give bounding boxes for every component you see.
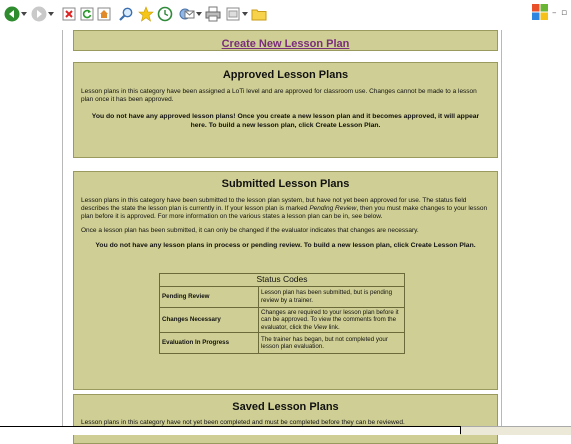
- page-border-left: [62, 30, 63, 434]
- dropdown-arrow-icon[interactable]: [21, 6, 27, 22]
- submitted-description: Lesson plans in this category have been …: [81, 197, 488, 220]
- status-bar: [0, 426, 571, 435]
- status-codes-header: Status Codes: [159, 273, 405, 287]
- status-name: Pending Review: [159, 285, 259, 308]
- refresh-icon[interactable]: [80, 6, 94, 22]
- create-lesson-plan-link[interactable]: Create New Lesson Plan: [222, 38, 350, 50]
- search-icon[interactable]: [118, 6, 134, 22]
- dropdown-arrow-icon[interactable]: [48, 6, 54, 22]
- restore-icon[interactable]: ▫: [561, 8, 567, 18]
- status-name: Changes Necessary: [159, 306, 259, 333]
- history-icon[interactable]: [157, 6, 173, 22]
- table-row: Evaluation In Progress The trainer has b…: [159, 332, 405, 354]
- approved-empty-message: You do not have any approved lesson plan…: [91, 113, 480, 129]
- edit-icon[interactable]: [226, 6, 240, 22]
- print-icon[interactable]: [205, 6, 221, 22]
- submitted-empty-message: You do not have any lesson plans in proc…: [95, 242, 476, 249]
- mail-icon[interactable]: [179, 6, 195, 22]
- approved-panel: Approved Lesson Plans Lesson plans in th…: [73, 62, 498, 158]
- saved-panel: Saved Lesson Plans Lesson plans in this …: [73, 394, 498, 444]
- status-codes-table: Status Codes Pending Review Lesson plan …: [159, 273, 405, 354]
- status-name: Evaluation In Progress: [159, 332, 259, 354]
- submitted-title: Submitted Lesson Plans: [221, 178, 350, 190]
- table-row: Pending Review Lesson plan has been subm…: [159, 285, 405, 308]
- forward-icon[interactable]: [31, 6, 47, 22]
- submitted-note: Once a lesson plan has been submitted, i…: [81, 227, 419, 234]
- dropdown-arrow-icon[interactable]: [196, 6, 202, 22]
- table-row: Changes Necessary Changes are required t…: [159, 306, 405, 333]
- page-border-right: [501, 30, 502, 434]
- folder-icon[interactable]: [251, 6, 267, 22]
- create-panel: Create New Lesson Plan: [73, 30, 498, 51]
- home-icon[interactable]: [97, 6, 111, 22]
- status-description: Changes are required to your lesson plan…: [258, 306, 405, 333]
- approved-title: Approved Lesson Plans: [222, 69, 349, 81]
- dropdown-arrow-icon[interactable]: [242, 6, 248, 22]
- status-description: Lesson plan has been submitted, but is p…: [258, 285, 405, 308]
- browser-toolbar: – ▫: [0, 0, 571, 30]
- approved-description: Lesson plans in this category have been …: [81, 88, 477, 103]
- submitted-panel: Submitted Lesson Plans Lesson plans in t…: [73, 171, 498, 390]
- saved-title: Saved Lesson Plans: [232, 401, 339, 413]
- minimize-icon[interactable]: –: [552, 8, 557, 18]
- stop-icon[interactable]: [62, 6, 76, 22]
- status-description: The trainer has began, but not completed…: [258, 332, 405, 354]
- favorites-icon[interactable]: [138, 6, 154, 22]
- windows-logo-icon: [531, 3, 549, 21]
- back-icon[interactable]: [4, 6, 20, 22]
